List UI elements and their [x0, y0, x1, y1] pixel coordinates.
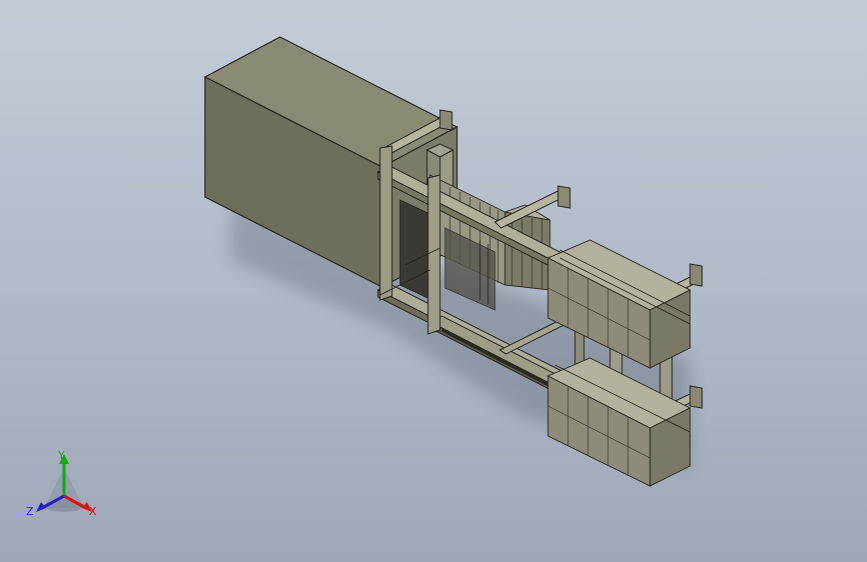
z-axis-label: Z — [26, 505, 34, 518]
y-axis-label: Y — [58, 449, 65, 462]
view-orientation-triad[interactable]: Y X Z — [22, 446, 106, 530]
cad-viewport[interactable]: Y X Z — [0, 0, 867, 562]
machine-assembly-model[interactable] — [0, 0, 867, 562]
x-axis-label: X — [89, 505, 97, 518]
